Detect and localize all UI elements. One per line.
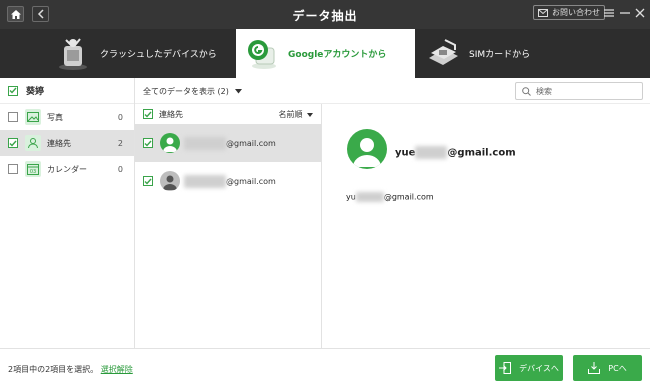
category-sidebar: 葵婷 写真 0 連絡先 2 03 カレンダー 0 <box>0 78 135 348</box>
sidebar-item-photos[interactable]: 写真 0 <box>0 104 134 130</box>
sidebar-header: 葵婷 <box>0 78 134 104</box>
contact-row[interactable]: @gmail.com <box>135 124 321 162</box>
sidebar-item-label: カレンダー <box>47 164 87 174</box>
contact-row-email: @gmail.com <box>226 176 276 186</box>
contact-row[interactable]: @gmail.com <box>135 162 321 200</box>
redacted-text <box>184 136 226 150</box>
tab-google-account[interactable]: Googleアカウントから <box>236 29 415 78</box>
redacted-text <box>415 146 448 159</box>
selection-status: 2項目中の2項目を選択。 選択解除 <box>8 364 133 375</box>
contact-icon <box>25 135 41 151</box>
contact-button[interactable]: お問い合わせ <box>533 5 605 20</box>
menu-button[interactable] <box>603 6 615 20</box>
contact-select-all-checkbox[interactable] <box>143 109 153 119</box>
sidebar-item-count: 0 <box>117 164 123 174</box>
source-tabs: クラッシュしたデバイスから Googleアカウントから SIMカードから <box>0 29 650 78</box>
to-pc-button[interactable]: PCへ <box>573 355 642 381</box>
check-icon <box>9 140 17 147</box>
sidebar-item-count: 2 <box>117 138 123 148</box>
select-all-checkbox[interactable] <box>8 85 18 96</box>
sim-card-icon <box>425 36 461 72</box>
contact-list-header-label: 連絡先 <box>159 109 183 119</box>
contact-name-suffix: @gmail.com <box>447 147 516 159</box>
search-box[interactable] <box>515 82 643 100</box>
to-device-button[interactable]: デバイスへ <box>495 355 563 381</box>
contact-avatar <box>347 129 387 169</box>
tab-crashed-device[interactable]: クラッシュしたデバイスから <box>56 29 236 78</box>
hamburger-menu-icon <box>604 9 614 17</box>
sidebar-item-calendar[interactable]: 03 カレンダー 0 <box>0 156 134 182</box>
footer-bar: 2項目中の2項目を選択。 選択解除 デバイスへ PCへ <box>0 348 650 387</box>
caret-down-icon <box>307 113 313 117</box>
minimize-icon <box>620 12 630 14</box>
google-account-icon <box>244 36 280 72</box>
minimize-button[interactable] <box>619 6 631 20</box>
app-window: データ抽出 お問い合わせ クラッシュしたデバイスから Googleアカウントから <box>0 0 650 387</box>
contact-email: yu @gmail.com <box>346 192 434 202</box>
redacted-text <box>184 174 226 188</box>
sidebar-item-contacts[interactable]: 連絡先 2 <box>0 130 134 156</box>
calendar-checkbox[interactable] <box>8 164 18 174</box>
to-pc-label: PCへ <box>608 363 627 373</box>
deselect-link[interactable]: 選択解除 <box>101 365 133 374</box>
redacted-text <box>355 192 384 202</box>
avatar <box>160 171 180 191</box>
to-device-label: デバイスへ <box>519 363 559 373</box>
download-to-pc-icon <box>588 362 601 374</box>
calendar-icon: 03 <box>25 161 41 177</box>
title-bar: データ抽出 お問い合わせ <box>0 0 650 29</box>
close-button[interactable] <box>634 6 646 20</box>
photos-checkbox[interactable] <box>8 112 18 122</box>
tab-google-account-label: Googleアカウントから <box>288 50 387 60</box>
contact-name: yue @gmail.com <box>395 146 516 159</box>
contact-label: お問い合わせ <box>552 8 600 17</box>
svg-text:03: 03 <box>30 169 36 175</box>
sidebar-item-label: 写真 <box>47 112 63 122</box>
search-input[interactable] <box>536 86 631 96</box>
person-icon <box>353 138 381 167</box>
contact-detail: yue @gmail.com yu @gmail.com <box>322 104 650 348</box>
contact-row-email: @gmail.com <box>226 138 276 148</box>
close-icon <box>635 8 645 18</box>
sort-dropdown[interactable]: 名前順 <box>278 109 313 120</box>
contact-email-prefix: yu <box>346 192 356 202</box>
contact-name-prefix: yue <box>395 147 416 159</box>
sidebar-item-count: 0 <box>117 112 123 122</box>
contact-row-checkbox[interactable] <box>143 138 153 148</box>
filter-toolbar: 全てのデータを表示 (2) <box>135 78 650 104</box>
sidebar-item-label: 連絡先 <box>47 138 71 148</box>
contact-row-checkbox[interactable] <box>143 176 153 186</box>
tab-sim-card-label: SIMカードから <box>469 50 531 60</box>
export-to-device-icon <box>499 362 512 374</box>
search-icon <box>522 86 531 96</box>
person-icon <box>163 175 177 190</box>
caret-down-icon <box>235 89 243 94</box>
sidebar-header-label: 葵婷 <box>26 87 45 97</box>
contact-list-header: 連絡先 名前順 <box>135 104 321 124</box>
contact-email-suffix: @gmail.com <box>383 192 434 202</box>
contacts-checkbox[interactable] <box>8 138 18 148</box>
mail-icon <box>538 8 548 17</box>
check-icon <box>144 178 152 185</box>
avatar <box>160 133 180 153</box>
filter-dropdown-label: 全てのデータを表示 (2) <box>143 87 229 96</box>
filter-dropdown[interactable]: 全てのデータを表示 (2) <box>143 86 243 97</box>
check-icon <box>144 140 152 147</box>
crashed-phone-icon <box>56 36 92 72</box>
tab-sim-card[interactable]: SIMカードから <box>425 29 585 78</box>
selection-status-text: 2項目中の2項目を選択。 <box>8 365 99 374</box>
contact-list: 連絡先 名前順 @gmail.com @gmail.com <box>135 104 322 348</box>
sort-dropdown-label: 名前順 <box>278 110 303 119</box>
check-icon <box>9 87 17 94</box>
check-icon <box>144 111 152 118</box>
tab-crashed-device-label: クラッシュしたデバイスから <box>100 50 217 60</box>
photo-icon <box>25 109 41 125</box>
person-icon <box>163 137 177 152</box>
